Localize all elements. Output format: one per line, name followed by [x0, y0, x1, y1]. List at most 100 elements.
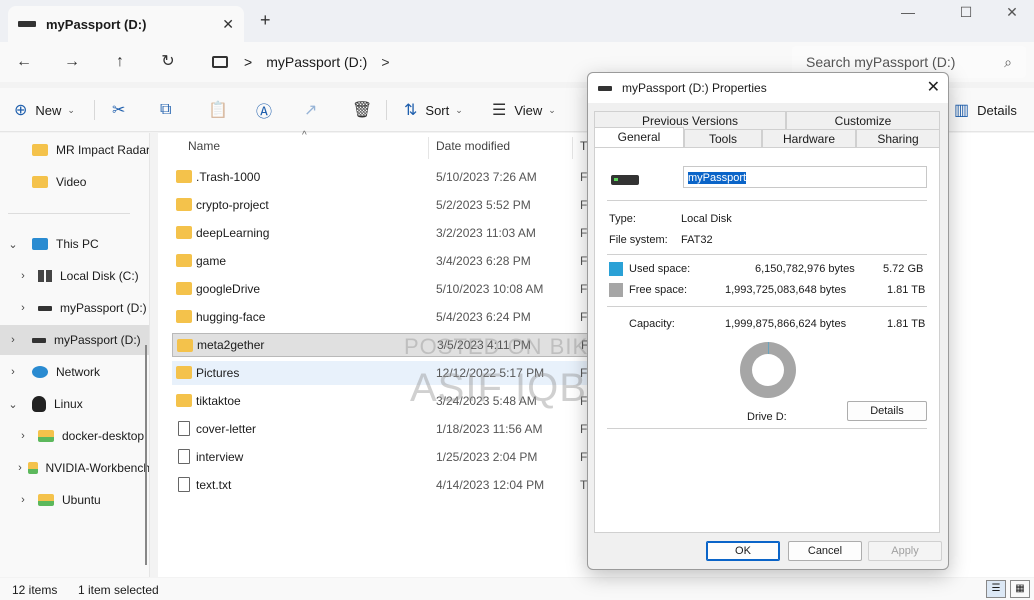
sidebar-item-nvidia-workbench[interactable]: › NVIDIA-Workbench: [0, 453, 149, 483]
folder-icon: [38, 494, 54, 506]
forward-button[interactable]: →: [58, 50, 86, 74]
chevron-right-icon[interactable]: ›: [16, 270, 30, 282]
up-button[interactable]: ↑: [106, 50, 134, 74]
file-row[interactable]: game 3/4/2023 6:28 PM F: [172, 249, 632, 273]
trash-icon: 🗑: [352, 102, 373, 119]
column-header-name[interactable]: Name: [188, 139, 220, 153]
used-space-bytes: 6,150,782,976 bytes: [755, 263, 855, 275]
drive-name-input[interactable]: myPassport: [683, 166, 927, 188]
folder-icon: [176, 198, 192, 211]
tiles-view-button[interactable]: ▦: [1010, 580, 1030, 598]
chevron-down-icon[interactable]: ⌄: [6, 238, 20, 251]
breadcrumb-separator-2[interactable]: >: [381, 54, 389, 70]
capacity-size: 1.81 TB: [887, 318, 926, 330]
cut-button[interactable]: ✂: [112, 98, 133, 122]
sidebar-item-ubuntu[interactable]: › Ubuntu: [0, 485, 149, 515]
used-space-swatch: [609, 262, 623, 276]
chevron-down-icon[interactable]: ⌄: [6, 398, 20, 411]
breadcrumb-location[interactable]: myPassport (D:): [266, 54, 367, 70]
apply-button[interactable]: Apply: [868, 541, 942, 561]
maximize-button[interactable]: ☐: [946, 4, 986, 21]
details-view-button[interactable]: ☰: [986, 580, 1006, 598]
file-row[interactable]: deepLearning 3/2/2023 11:03 AM F: [172, 221, 632, 245]
rename-icon: Ⓐ: [256, 104, 273, 121]
paste-button[interactable]: 📋: [208, 98, 236, 122]
sidebar-item-this-pc[interactable]: ⌄ This PC: [0, 229, 149, 259]
disk-details-button[interactable]: Details: [847, 401, 927, 421]
tab-customize[interactable]: Customize: [786, 111, 940, 129]
sidebar-item-label: Linux: [54, 397, 83, 411]
view-icon: ☰: [492, 102, 507, 119]
dialog-close-button[interactable]: ✕: [927, 77, 940, 97]
chevron-right-icon[interactable]: ›: [16, 302, 30, 314]
copy-icon: ⧉: [160, 101, 172, 118]
delete-button[interactable]: 🗑: [352, 98, 380, 122]
minimize-button[interactable]: —: [888, 4, 928, 20]
file-name: meta2gether: [197, 338, 265, 352]
file-row[interactable]: hugging-face 5/4/2023 6:24 PM F: [172, 305, 632, 329]
chevron-right-icon[interactable]: ›: [16, 430, 30, 442]
sidebar-item-video[interactable]: Video: [0, 167, 149, 197]
back-button[interactable]: ←: [10, 50, 38, 74]
column-header-date[interactable]: Date modified: [436, 139, 510, 153]
chevron-right-icon[interactable]: ›: [16, 494, 30, 506]
clipboard-icon: 📋: [208, 102, 228, 119]
windows-drive-icon: [38, 270, 52, 282]
folder-icon: [176, 170, 192, 183]
sidebar-item-mr-impact-radar[interactable]: MR Impact Radar: [0, 135, 149, 165]
item-count: 12 items: [12, 583, 58, 597]
file-row[interactable]: crypto-project 5/2/2023 5:52 PM F: [172, 193, 632, 217]
free-space-size: 1.81 TB: [887, 284, 926, 296]
sidebar-item-mypassport[interactable]: › myPassport (D:): [0, 325, 149, 355]
chevron-right-icon[interactable]: ›: [6, 366, 20, 378]
details-pane-button[interactable]: ▥ Details: [954, 98, 1017, 122]
share-button[interactable]: ↗: [304, 98, 325, 122]
tab-hardware[interactable]: Hardware: [762, 129, 856, 147]
free-space-swatch: [609, 283, 623, 297]
file-name: interview: [196, 450, 244, 464]
sidebar-item-network[interactable]: › Network: [0, 357, 149, 387]
new-button[interactable]: ⊕ New ⌄: [14, 98, 75, 122]
refresh-button[interactable]: ↻: [154, 50, 182, 74]
sidebar-scrollbar[interactable]: [145, 345, 147, 565]
computer-icon: [212, 56, 228, 68]
sidebar-item-linux[interactable]: ⌄ Linux: [0, 389, 149, 419]
file-row[interactable]: interview 1/25/2023 2:04 PM F: [172, 445, 632, 469]
chevron-right-icon[interactable]: ›: [6, 334, 20, 346]
close-window-button[interactable]: ✕: [992, 4, 1032, 21]
column-divider[interactable]: [572, 137, 573, 159]
share-icon: ↗: [304, 102, 318, 119]
used-space-size: 5.72 GB: [883, 263, 924, 275]
file-row[interactable]: .Trash-1000 5/10/2023 7:26 AM F: [172, 165, 632, 189]
new-tab-button[interactable]: +: [260, 10, 271, 31]
sidebar-item-label: myPassport (D:): [60, 301, 147, 315]
chevron-right-icon[interactable]: ›: [16, 462, 24, 474]
column-divider[interactable]: [428, 137, 429, 159]
file-row[interactable]: googleDrive 5/10/2023 10:08 AM F: [172, 277, 632, 301]
tab-sharing[interactable]: Sharing: [856, 129, 940, 147]
breadcrumb-separator[interactable]: >: [244, 54, 252, 70]
file-name: crypto-project: [196, 198, 269, 212]
file-row[interactable]: text.txt 4/14/2023 12:04 PM T: [172, 473, 632, 497]
divider: [607, 428, 927, 429]
tab-title: myPassport (D:): [46, 16, 147, 32]
used-space-label: Used space:: [629, 263, 691, 275]
window-tab[interactable]: myPassport (D:) ✕: [8, 6, 244, 42]
ok-button[interactable]: OK: [706, 541, 780, 561]
view-button[interactable]: ☰ View ⌄: [492, 98, 556, 122]
copy-button[interactable]: ⧉: [160, 98, 179, 122]
sidebar-item-mypassport-nested[interactable]: › myPassport (D:): [0, 293, 149, 323]
divider: [607, 254, 927, 255]
linux-icon: [32, 396, 46, 412]
sidebar-item-local-disk-c[interactable]: › Local Disk (C:): [0, 261, 149, 291]
cancel-button[interactable]: Cancel: [788, 541, 862, 561]
close-tab-icon[interactable]: ✕: [222, 16, 234, 33]
folder-icon: [176, 310, 192, 323]
file-row[interactable]: cover-letter 1/18/2023 11:56 AM F: [172, 417, 632, 441]
sidebar-item-docker-desktop[interactable]: › docker-desktop: [0, 421, 149, 451]
drive-icon: [38, 305, 52, 311]
sort-button[interactable]: ⇅ Sort ⌄: [404, 98, 463, 122]
rename-button[interactable]: Ⓐ: [256, 98, 280, 122]
tab-tools[interactable]: Tools: [684, 129, 762, 147]
tab-general[interactable]: General: [594, 127, 684, 149]
